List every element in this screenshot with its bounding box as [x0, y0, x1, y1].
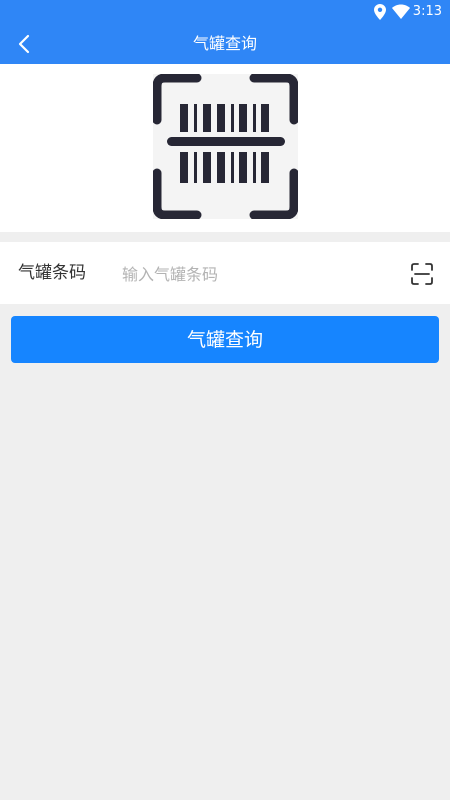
scan-icon[interactable]: [410, 262, 434, 286]
status-time: 3:13: [412, 4, 442, 19]
barcode-input[interactable]: [120, 258, 394, 290]
page-title: 气罐查询: [192, 34, 257, 53]
barcode-scan-icon: [153, 74, 298, 219]
barcode-input-row: 气罐条码: [0, 242, 450, 304]
status-bar: 3:13: [0, 0, 450, 24]
hero-section: [0, 64, 450, 232]
wifi-icon: [392, 4, 410, 19]
location-icon: [374, 4, 386, 20]
barcode-label: 气罐条码: [18, 263, 86, 283]
app-bar: 气罐查询: [0, 24, 450, 64]
query-button[interactable]: 气罐查询: [11, 316, 439, 363]
